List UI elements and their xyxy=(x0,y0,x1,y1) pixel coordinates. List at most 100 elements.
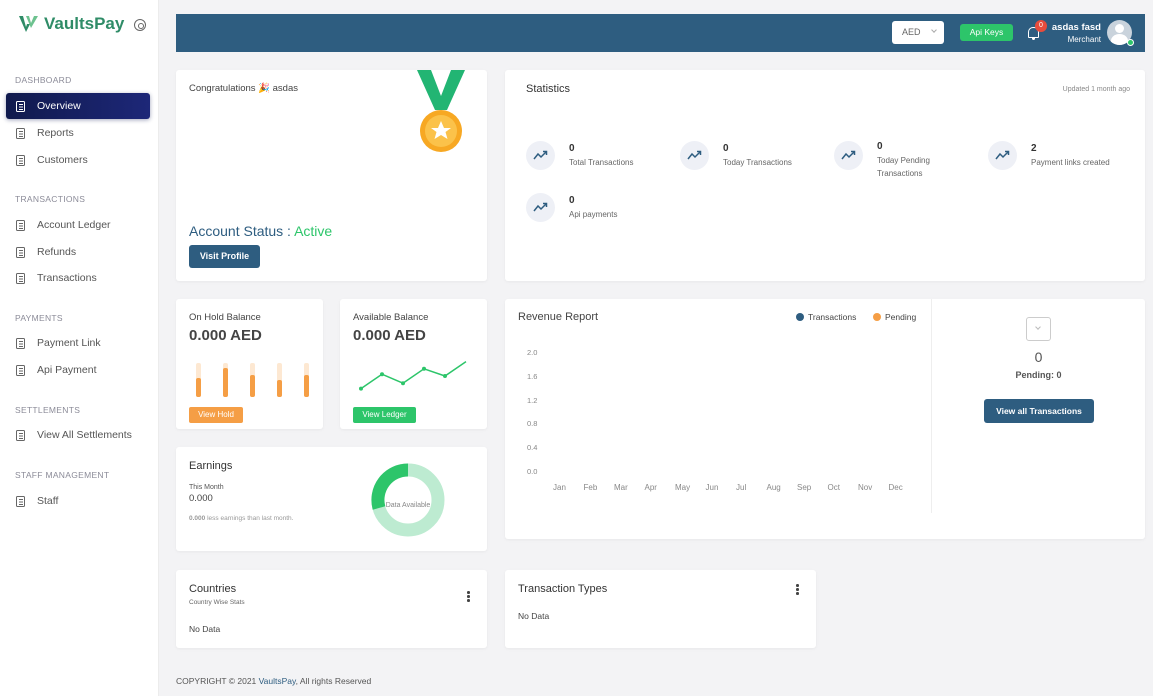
x-tick-label: Jan xyxy=(553,483,566,492)
welcome-card: Congratulations 🎉 asdas Account Status :… xyxy=(176,70,487,281)
sidebar: VaultsPay DASHBOARD Overview Reports Cus… xyxy=(0,0,159,696)
sidebar-item-reports[interactable]: Reports xyxy=(6,120,150,146)
y-tick-label: 0.8 xyxy=(527,419,538,429)
stat-value: 0 xyxy=(569,143,575,154)
x-tick-label: Apr xyxy=(644,483,657,492)
online-status-dot xyxy=(1127,39,1134,46)
earnings-period: This Month xyxy=(189,484,224,491)
x-tick-label: Oct xyxy=(827,483,840,492)
view-hold-button[interactable]: View Hold xyxy=(189,407,243,423)
x-tick-label: Jul xyxy=(736,483,747,492)
view-ledger-button[interactable]: View Ledger xyxy=(353,407,416,423)
sidebar-item-view-all-settlements[interactable]: View All Settlements xyxy=(6,422,150,448)
y-tick-label: 1.2 xyxy=(527,395,538,405)
earnings-value: 0.000 xyxy=(189,493,213,504)
footer-brand-link[interactable]: VaultsPay xyxy=(259,676,296,686)
transaction-types-title: Transaction Types xyxy=(518,583,608,595)
logo[interactable]: VaultsPay xyxy=(18,14,124,34)
period-dropdown[interactable] xyxy=(1026,317,1051,341)
notification-badge: 0 xyxy=(1035,20,1047,32)
sidebar-item-refunds[interactable]: Refunds xyxy=(6,239,150,265)
sidebar-item-transactions[interactable]: Transactions xyxy=(6,265,150,291)
document-icon xyxy=(16,272,25,284)
api-keys-button[interactable]: Api Keys xyxy=(960,24,1013,41)
view-all-transactions-button[interactable]: View all Transactions xyxy=(984,399,1094,423)
trend-point xyxy=(401,381,405,386)
sidebar-item-label: Transactions xyxy=(37,272,97,284)
transaction-types-card: Transaction Types No Data xyxy=(505,570,816,648)
sidebar-item-label: Account Ledger xyxy=(37,219,111,231)
sidebar-item-overview[interactable]: Overview xyxy=(6,93,150,119)
stat-value: 0 xyxy=(569,195,575,206)
sidebar-item-account-ledger[interactable]: Account Ledger xyxy=(6,212,150,238)
footer-suffix: , All rights Reserved xyxy=(295,676,372,686)
on-hold-bar xyxy=(277,363,282,397)
document-icon xyxy=(16,337,25,349)
document-icon xyxy=(16,495,25,507)
account-status: Account Status : Active xyxy=(189,223,332,239)
available-balance-card: Available Balance 0.000 AED View Ledger xyxy=(340,299,487,429)
x-tick-label: Aug xyxy=(766,483,781,492)
logo-text: VaultsPay xyxy=(44,14,125,33)
section-transactions: TRANSACTIONS xyxy=(15,194,86,204)
revenue-report-card: Revenue Report Transactions Pending 2.0 1… xyxy=(505,299,1145,539)
user-role: Merchant xyxy=(1067,35,1101,44)
stat-value: 2 xyxy=(1031,143,1037,154)
on-hold-title: On Hold Balance xyxy=(189,312,261,323)
on-hold-bar xyxy=(250,363,255,397)
visit-profile-button[interactable]: Visit Profile xyxy=(189,245,260,268)
trend-line xyxy=(360,360,467,390)
x-tick-label: Sep xyxy=(797,483,812,492)
section-settlements: SETTLEMENTS xyxy=(15,405,81,415)
x-tick-label: Mar xyxy=(614,483,628,492)
statistics-card: Statistics Updated 1 month ago 0 Total T… xyxy=(505,70,1145,281)
more-options-icon[interactable] xyxy=(467,591,470,603)
more-options-icon[interactable] xyxy=(796,584,799,596)
y-tick-label: 0.4 xyxy=(527,443,538,453)
footer-copyright: COPYRIGHT © 2021 VaultsPay, All rights R… xyxy=(176,676,371,686)
sidebar-item-payment-link[interactable]: Payment Link xyxy=(6,330,150,356)
trend-point xyxy=(380,372,384,377)
trend-point xyxy=(443,374,447,378)
donut-label: Data Available xyxy=(385,502,431,509)
legend-transactions: Transactions xyxy=(808,312,857,322)
legend-transactions-dot xyxy=(796,313,804,321)
document-icon xyxy=(16,219,25,231)
legend-pending: Pending xyxy=(885,312,917,322)
currency-select[interactable]: AED xyxy=(892,21,944,44)
stat-label: Today Pending xyxy=(877,156,930,165)
chevron-down-icon xyxy=(931,27,937,33)
available-trend-chart xyxy=(359,360,467,391)
account-status-label: Account Status : xyxy=(189,223,295,239)
user-name[interactable]: asdas fasd xyxy=(1052,22,1101,33)
stat-value: 0 xyxy=(877,141,883,152)
available-amount: 0.000 AED xyxy=(353,327,426,344)
earnings-donut-chart xyxy=(371,463,445,537)
on-hold-balance-card: On Hold Balance 0.000 AED View Hold xyxy=(176,299,323,429)
section-payments: PAYMENTS xyxy=(15,313,63,323)
y-tick-label: 0.0 xyxy=(527,467,538,476)
trend-point xyxy=(422,366,426,371)
sidebar-item-label: Refunds xyxy=(37,246,77,258)
sidebar-item-staff[interactable]: Staff xyxy=(6,488,150,514)
account-status-value: Active xyxy=(294,223,333,239)
on-hold-bar-fill xyxy=(223,368,228,397)
sidebar-item-label: Reports xyxy=(37,127,74,139)
pending-count: Pending: 0 xyxy=(1015,370,1062,380)
sidebar-item-api-payment[interactable]: Api Payment xyxy=(6,357,150,383)
section-staff-management: STAFF MANAGEMENT xyxy=(15,470,110,480)
countries-title: Countries xyxy=(189,583,237,595)
document-icon xyxy=(16,100,25,112)
stat-label: Total Transactions xyxy=(569,158,634,167)
x-tick-label: Feb xyxy=(583,483,598,492)
countries-subtitle: Country Wise Stats xyxy=(189,599,245,606)
statistics-title: Statistics xyxy=(526,83,571,95)
x-tick-label: May xyxy=(675,483,691,492)
countries-empty: No Data xyxy=(189,624,221,634)
legend-pending-dot xyxy=(873,313,881,321)
sidebar-item-customers[interactable]: Customers xyxy=(6,147,150,173)
x-tick-label: Jun xyxy=(705,483,719,492)
document-icon xyxy=(16,127,25,139)
collapse-sidebar-icon[interactable] xyxy=(134,19,146,31)
earnings-card: Earnings This Month 0.000 0.000 less ear… xyxy=(176,447,487,551)
